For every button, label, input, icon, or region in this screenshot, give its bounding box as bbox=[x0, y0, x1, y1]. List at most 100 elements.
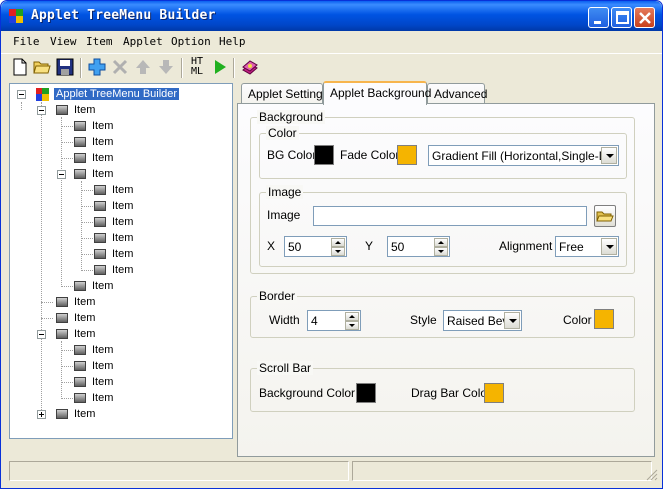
spin-up-icon[interactable] bbox=[331, 238, 345, 247]
image-path-input[interactable] bbox=[313, 206, 587, 226]
status-pane-1 bbox=[9, 461, 349, 481]
background-group-label: Background bbox=[257, 110, 326, 124]
main-window: Applet TreeMenu Builder File View Item A… bbox=[0, 0, 663, 489]
tree-item[interactable]: Item bbox=[34, 326, 134, 342]
drag-bar-color-swatch[interactable] bbox=[484, 383, 504, 403]
delete-icon[interactable] bbox=[111, 58, 129, 76]
y-spinner[interactable]: 50 bbox=[387, 236, 450, 257]
expand-icon[interactable] bbox=[37, 410, 46, 419]
menu-option[interactable]: Option bbox=[171, 35, 211, 48]
chevron-down-icon[interactable] bbox=[504, 312, 520, 329]
browse-image-button[interactable] bbox=[594, 205, 616, 227]
fill-mode-select[interactable]: Gradient Fill (Horizontal,Single-Direc bbox=[428, 145, 619, 166]
style-label: Style bbox=[410, 313, 437, 327]
open-icon[interactable] bbox=[33, 58, 51, 76]
spin-down-icon[interactable] bbox=[331, 247, 345, 256]
collapse-icon[interactable] bbox=[17, 90, 26, 99]
tree-item[interactable]: Item bbox=[34, 310, 134, 326]
tree-item[interactable]: Item bbox=[74, 214, 174, 230]
tree-item[interactable]: Item bbox=[54, 166, 154, 182]
collapse-icon[interactable] bbox=[57, 170, 66, 179]
title-bar[interactable]: Applet TreeMenu Builder bbox=[1, 1, 662, 31]
tree-item[interactable]: Item bbox=[54, 374, 154, 390]
tree-view[interactable]: Applet TreeMenu Builder Item Item Item I… bbox=[9, 83, 233, 439]
tree-item[interactable]: Item bbox=[34, 294, 134, 310]
save-icon[interactable] bbox=[56, 58, 74, 76]
menu-applet[interactable]: Applet bbox=[123, 35, 163, 48]
tree-item[interactable]: Item bbox=[74, 262, 174, 278]
border-style-select[interactable]: Raised Beve bbox=[443, 310, 522, 331]
border-width-value: 4 bbox=[311, 314, 318, 328]
collapse-icon[interactable] bbox=[37, 330, 46, 339]
chevron-down-icon[interactable] bbox=[601, 238, 617, 255]
scrollbar-bg-color-swatch[interactable] bbox=[356, 383, 376, 403]
node-icon bbox=[94, 265, 106, 275]
tree-item[interactable]: Item bbox=[54, 278, 154, 294]
tree-item[interactable]: Item bbox=[34, 102, 154, 118]
help-book-icon[interactable] bbox=[241, 58, 259, 76]
x-label: X bbox=[267, 239, 276, 253]
tree-item[interactable]: Item bbox=[74, 230, 174, 246]
spin-up-icon[interactable] bbox=[434, 238, 448, 247]
image-group: Image Image X 50 Y 50 Alignment Free bbox=[259, 185, 627, 267]
tab-applet-settings[interactable]: Applet Settings bbox=[241, 83, 329, 104]
drag-bar-color-label: Drag Bar Color bbox=[411, 386, 492, 400]
move-up-icon[interactable] bbox=[134, 58, 152, 76]
border-style-value: Raised Beve bbox=[447, 314, 505, 328]
run-icon[interactable] bbox=[211, 58, 229, 76]
status-pane-2 bbox=[352, 461, 652, 481]
tree-root[interactable]: Applet TreeMenu Builder bbox=[14, 86, 214, 102]
tab-advanced[interactable]: Advanced bbox=[427, 83, 487, 104]
collapse-icon[interactable] bbox=[37, 106, 46, 115]
menu-bar: File View Item Applet Option Help bbox=[1, 31, 662, 51]
tree-item[interactable]: Item bbox=[54, 150, 154, 166]
node-icon bbox=[74, 361, 86, 371]
tab-applet-background[interactable]: Applet Background bbox=[323, 81, 431, 105]
border-color-swatch[interactable] bbox=[594, 309, 614, 329]
spin-down-icon[interactable] bbox=[434, 247, 448, 256]
html-icon[interactable]: HT ML bbox=[187, 57, 207, 77]
x-spinner[interactable]: 50 bbox=[284, 236, 347, 257]
tree-item[interactable]: Item bbox=[74, 198, 174, 214]
tree-item[interactable]: Item bbox=[74, 246, 174, 262]
minimize-button[interactable] bbox=[588, 7, 609, 28]
color-group-label: Color bbox=[266, 126, 299, 140]
resize-grip-icon[interactable] bbox=[646, 469, 658, 481]
toolbar-separator bbox=[80, 58, 82, 78]
close-button[interactable] bbox=[634, 7, 655, 28]
border-color-label: Color bbox=[563, 313, 592, 327]
menu-item[interactable]: Item bbox=[86, 35, 113, 48]
chevron-down-icon[interactable] bbox=[601, 147, 617, 164]
y-value: 50 bbox=[391, 240, 405, 254]
spin-up-icon[interactable] bbox=[345, 312, 359, 321]
tree-item[interactable]: Item bbox=[54, 358, 154, 374]
bg-color-swatch[interactable] bbox=[314, 145, 334, 165]
tree-item[interactable]: Item bbox=[34, 406, 134, 422]
tree-item[interactable]: Item bbox=[54, 118, 154, 134]
tree-item-label: Item bbox=[74, 296, 96, 308]
tree-item[interactable]: Item bbox=[54, 390, 154, 406]
add-icon[interactable] bbox=[88, 58, 106, 76]
tree-root-label: Applet TreeMenu Builder bbox=[54, 88, 180, 100]
tree-item[interactable]: Item bbox=[54, 134, 154, 150]
menu-file[interactable]: File bbox=[13, 35, 40, 48]
width-label: Width bbox=[269, 313, 300, 327]
tree-item[interactable]: Item bbox=[74, 182, 174, 198]
border-group-label: Border bbox=[257, 289, 298, 303]
new-icon[interactable] bbox=[11, 58, 29, 76]
tree-item-label: Item bbox=[112, 200, 134, 212]
alignment-select[interactable]: Free bbox=[555, 236, 619, 257]
maximize-button[interactable] bbox=[611, 7, 632, 28]
node-icon bbox=[74, 121, 86, 131]
tree-item[interactable]: Item bbox=[54, 342, 154, 358]
fade-color-swatch[interactable] bbox=[397, 145, 417, 165]
border-width-spinner[interactable]: 4 bbox=[307, 310, 361, 331]
app-icon bbox=[36, 88, 49, 101]
node-icon bbox=[74, 393, 86, 403]
move-down-icon[interactable] bbox=[157, 58, 175, 76]
menu-view[interactable]: View bbox=[50, 35, 77, 48]
spin-down-icon[interactable] bbox=[345, 321, 359, 330]
color-group: Color BG Color Fade Color Gradient Fill … bbox=[259, 126, 627, 179]
maximize-icon bbox=[616, 11, 629, 24]
menu-help[interactable]: Help bbox=[219, 35, 246, 48]
